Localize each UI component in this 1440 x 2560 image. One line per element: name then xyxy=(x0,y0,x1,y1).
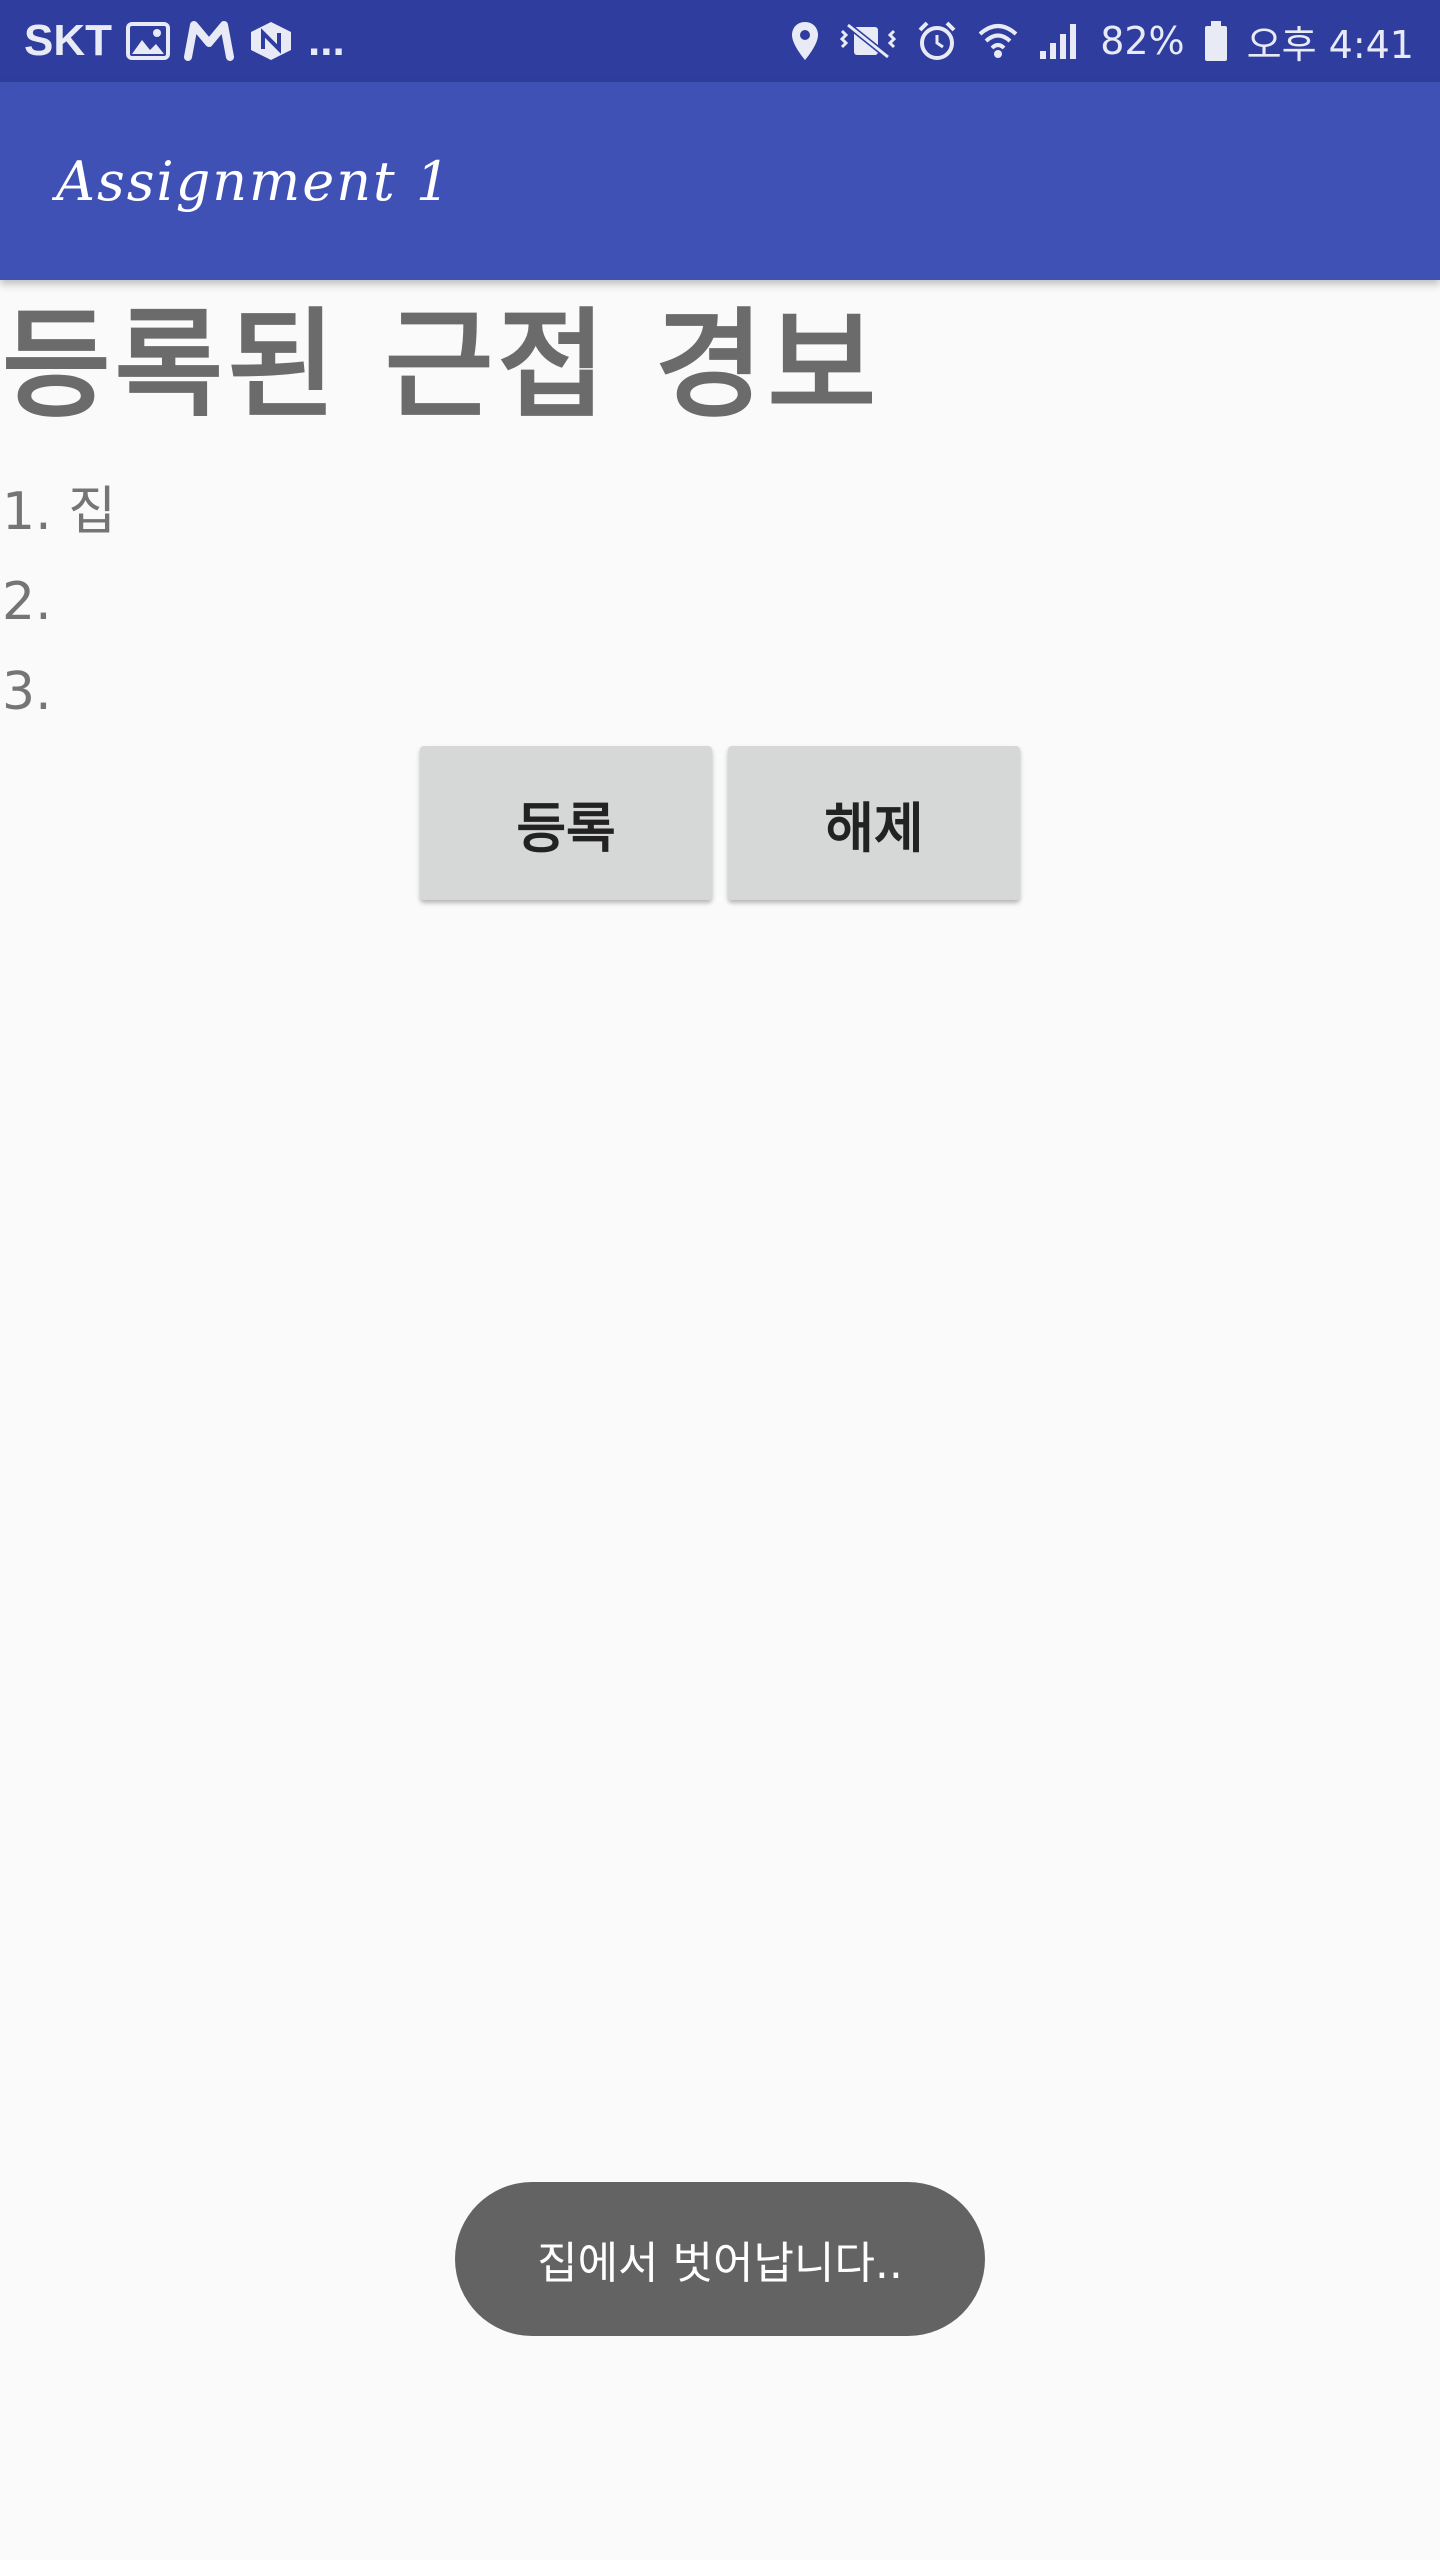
clock-label: 오후 4:41 xyxy=(1246,22,1414,67)
app-title: Assignment 1 xyxy=(56,149,453,213)
more-notifications-label: ... xyxy=(308,16,345,65)
n-app-icon xyxy=(248,20,294,62)
carrier-label: SKT xyxy=(24,16,112,65)
location-icon xyxy=(790,20,820,62)
wifi-icon xyxy=(976,20,1020,62)
list-item: 3. xyxy=(2,662,52,722)
release-button[interactable]: 해제 xyxy=(728,746,1020,900)
register-button[interactable]: 등록 xyxy=(420,746,712,900)
list-item: 2. xyxy=(2,572,52,632)
page-heading: 등록된 근접 경보 xyxy=(2,296,881,434)
battery-icon xyxy=(1203,20,1229,62)
status-bar-left: SKT ... xyxy=(24,0,345,82)
status-bar-right: 82% 오후 4:41 xyxy=(790,0,1414,82)
list-item: 1. 집 xyxy=(2,482,116,542)
toast-message: 집에서 벗어납니다.. xyxy=(455,2182,985,2336)
vibrate-mute-icon xyxy=(838,21,898,61)
battery-percent-label: 82% xyxy=(1100,19,1185,63)
signal-icon xyxy=(1038,21,1082,61)
m-app-icon xyxy=(184,21,234,61)
app-bar: Assignment 1 xyxy=(0,82,1440,280)
status-bar: SKT ... 82% 오후 4:41 xyxy=(0,0,1440,82)
alarm-icon xyxy=(916,20,958,62)
image-icon xyxy=(126,22,170,60)
